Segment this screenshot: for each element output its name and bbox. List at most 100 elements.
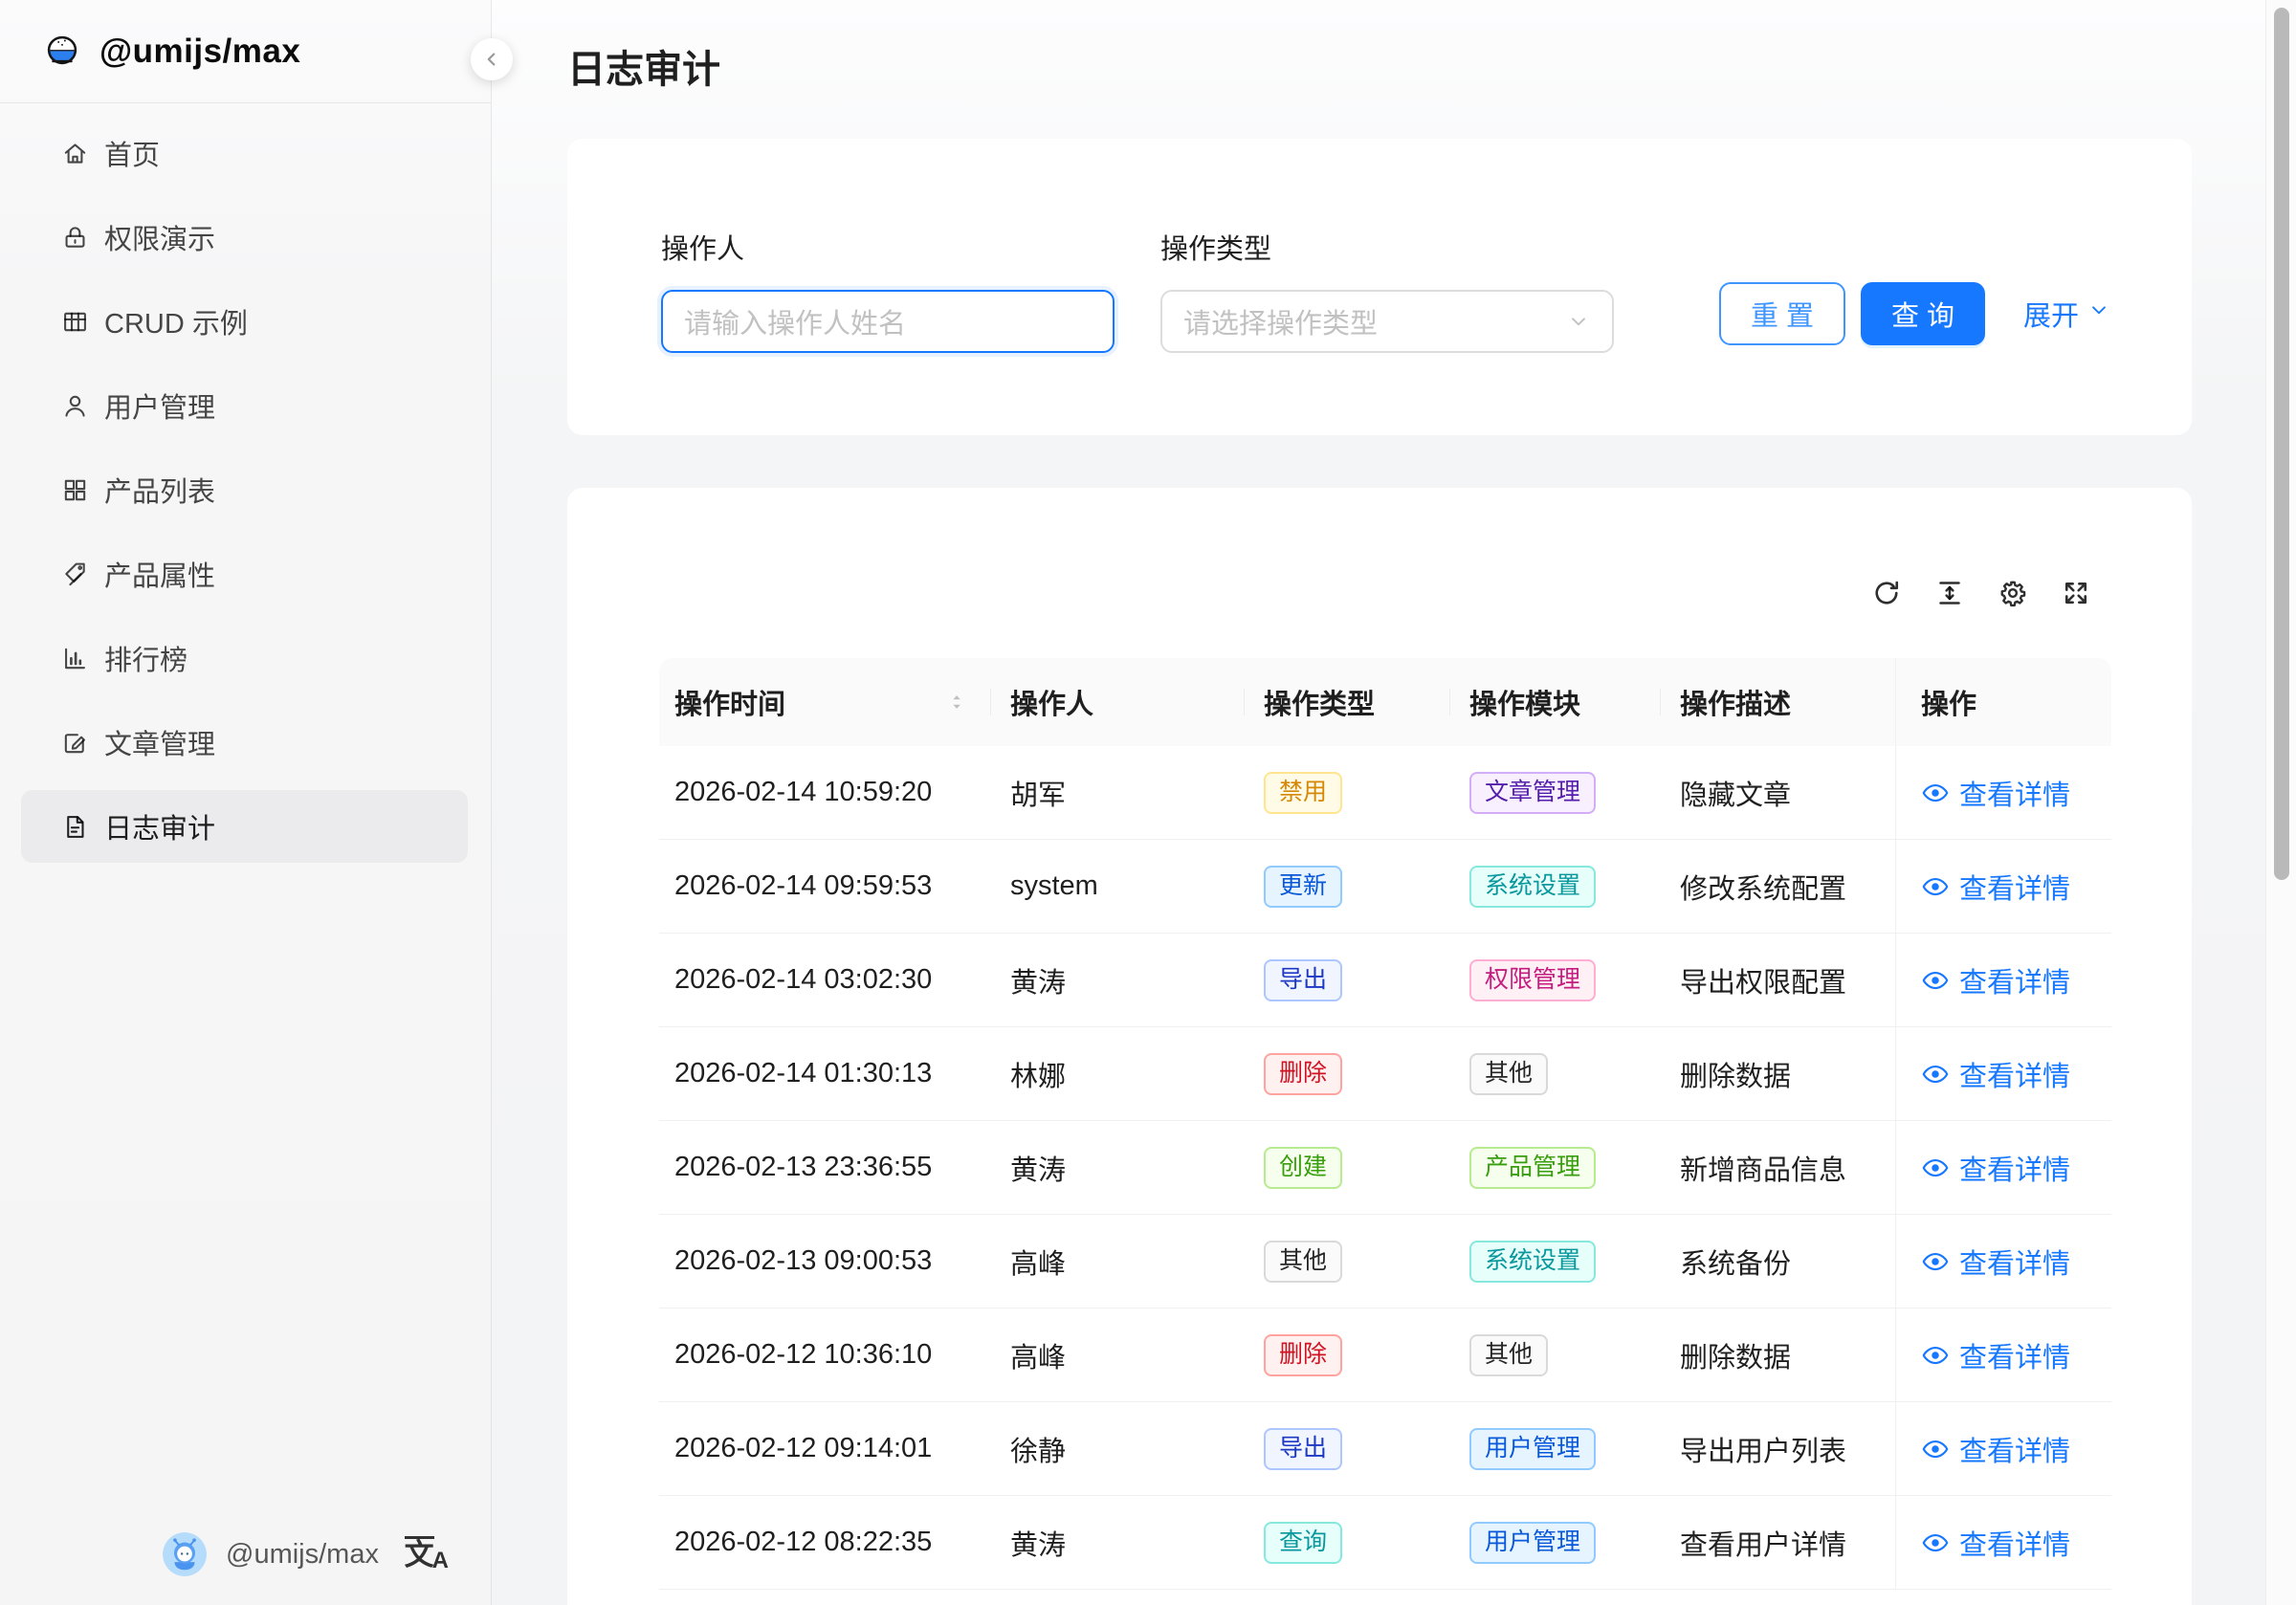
sidebar-menu: 首页 权限演示 CRUD 示例 用户管理 产品列表 产品属性 排行榜 文章管理 …	[0, 103, 491, 863]
type-tag: 导出	[1264, 959, 1342, 1001]
eye-icon	[1921, 1341, 1950, 1370]
module-tag: 文章管理	[1469, 772, 1596, 814]
column-header-action: 操作	[1895, 658, 2111, 746]
reset-button[interactable]: 重 置	[1719, 282, 1845, 345]
module-tag: 系统设置	[1469, 866, 1596, 908]
table-toolbar	[1872, 579, 2090, 607]
brand-title: @umijs/max	[99, 33, 300, 71]
type-tag: 禁用	[1264, 772, 1342, 814]
table-row: 2026-02-12 10:36:10 高峰 删除 其他 删除数据 查看详情	[659, 1308, 2111, 1402]
cell-type: 导出	[1245, 1402, 1450, 1495]
table-row: 2026-02-14 09:59:53 system 更新 系统设置 修改系统配…	[659, 840, 2111, 934]
page-title: 日志审计	[567, 38, 720, 94]
sidebar-item-排行榜[interactable]: 排行榜	[21, 622, 468, 694]
table-header: 操作时间 操作人 操作类型 操作模块 操作描述 操作	[659, 658, 2111, 746]
cell-action: 查看详情	[1895, 1215, 2111, 1308]
cell-time: 2026-02-13 09:00:53	[659, 1215, 991, 1308]
table-icon	[61, 308, 89, 336]
chevron-down-icon	[2086, 297, 2111, 330]
cell-type: 创建	[1245, 1121, 1450, 1214]
cell-operator: 黄涛	[991, 1121, 1245, 1214]
cell-desc: 新增商品信息	[1661, 1121, 1895, 1214]
fullscreen-icon[interactable]	[2062, 579, 2090, 607]
cell-operator: 徐静	[991, 1402, 1245, 1495]
cell-operator: system	[991, 840, 1245, 933]
view-detail-link[interactable]: 查看详情	[1921, 1335, 2070, 1375]
cell-action: 查看详情	[1895, 1402, 2111, 1495]
table-row: 2026-02-12 08:22:35 黄涛 查询 用户管理 查看用户详情 查看…	[659, 1496, 2111, 1590]
settings-icon[interactable]	[1998, 579, 2027, 607]
sidebar-item-产品列表[interactable]: 产品列表	[21, 453, 468, 526]
sorter-icon[interactable]	[947, 688, 968, 716]
view-detail-link[interactable]: 查看详情	[1921, 867, 2070, 907]
avatar[interactable]	[163, 1532, 207, 1576]
edit-icon	[61, 729, 89, 757]
cell-type: 更新	[1245, 840, 1450, 933]
operator-input[interactable]: 请输入操作人姓名	[661, 290, 1115, 353]
cell-time: 2026-02-14 01:30:13	[659, 1027, 991, 1120]
sidebar-item-CRUD 示例[interactable]: CRUD 示例	[21, 285, 468, 358]
sidebar-item-文章管理[interactable]: 文章管理	[21, 706, 468, 779]
sidebar-collapse-button[interactable]	[471, 38, 513, 80]
cell-action: 查看详情	[1895, 1308, 2111, 1401]
cell-action: 查看详情	[1895, 746, 2111, 839]
cell-time: 2026-02-12 09:14:01	[659, 1402, 991, 1495]
cell-module: 其他	[1450, 1308, 1661, 1401]
sidebar-item-首页[interactable]: 首页	[21, 117, 468, 189]
column-header-time[interactable]: 操作时间	[659, 658, 991, 746]
type-tag: 更新	[1264, 866, 1342, 908]
sidebar: @umijs/max 首页 权限演示 CRUD 示例 用户管理 产品列表 产品属…	[0, 0, 492, 1605]
cell-module: 用户管理	[1450, 1496, 1661, 1589]
cell-type: 其他	[1245, 1215, 1450, 1308]
view-detail-link[interactable]: 查看详情	[1921, 960, 2070, 1000]
expand-toggle[interactable]: 展开	[2023, 294, 2111, 334]
type-tag: 查询	[1264, 1522, 1342, 1564]
filter-actions: 重 置 查 询 展开	[1719, 282, 2111, 345]
query-button[interactable]: 查 询	[1861, 282, 1985, 345]
module-tag: 用户管理	[1469, 1428, 1596, 1470]
cell-action: 查看详情	[1895, 934, 2111, 1026]
type-tag: 删除	[1264, 1334, 1342, 1376]
cell-module: 系统设置	[1450, 1215, 1661, 1308]
table-row: 2026-02-13 09:00:53 高峰 其他 系统设置 系统备份 查看详情	[659, 1215, 2111, 1308]
cell-operator: 高峰	[991, 1308, 1245, 1401]
translate-icon[interactable]: 文A	[405, 1536, 449, 1572]
density-icon[interactable]	[1935, 579, 1964, 607]
view-detail-link[interactable]: 查看详情	[1921, 1242, 2070, 1282]
view-detail-link[interactable]: 查看详情	[1921, 1054, 2070, 1094]
view-detail-link[interactable]: 查看详情	[1921, 1429, 2070, 1469]
operation-type-select[interactable]: 请选择操作类型	[1160, 290, 1614, 353]
cell-operator: 胡军	[991, 746, 1245, 839]
sidebar-item-权限演示[interactable]: 权限演示	[21, 201, 468, 274]
cell-module: 产品管理	[1450, 1121, 1661, 1214]
operator-placeholder: 请输入操作人姓名	[684, 301, 906, 341]
sidebar-item-用户管理[interactable]: 用户管理	[21, 369, 468, 442]
expand-label: 展开	[2023, 294, 2079, 334]
cell-desc: 导出用户列表	[1661, 1402, 1895, 1495]
view-detail-link[interactable]: 查看详情	[1921, 1148, 2070, 1188]
cell-time: 2026-02-12 08:22:35	[659, 1496, 991, 1589]
scrollbar-thumb[interactable]	[2274, 8, 2289, 880]
cell-time: 2026-02-13 23:36:55	[659, 1121, 991, 1214]
table-row: 2026-02-12 09:14:01 徐静 导出 用户管理 导出用户列表 查看…	[659, 1402, 2111, 1496]
module-tag: 用户管理	[1469, 1522, 1596, 1564]
cell-desc: 删除数据	[1661, 1308, 1895, 1401]
cell-operator: 高峰	[991, 1215, 1245, 1308]
cell-type: 导出	[1245, 934, 1450, 1026]
cell-module: 用户管理	[1450, 1402, 1661, 1495]
eye-icon	[1921, 1247, 1950, 1276]
view-detail-link[interactable]: 查看详情	[1921, 1523, 2070, 1563]
column-header-desc: 操作描述	[1661, 658, 1895, 746]
eye-icon	[1921, 966, 1950, 995]
cell-operator: 黄涛	[991, 1496, 1245, 1589]
view-detail-link[interactable]: 查看详情	[1921, 773, 2070, 813]
sidebar-item-产品属性[interactable]: 产品属性	[21, 538, 468, 610]
rice-bowl-logo-icon	[40, 30, 84, 74]
operation-type-placeholder: 请选择操作类型	[1183, 301, 1378, 341]
footer-brand: @umijs/max	[226, 1539, 379, 1571]
reload-icon[interactable]	[1872, 579, 1901, 607]
brand[interactable]: @umijs/max	[0, 0, 491, 102]
module-tag: 系统设置	[1469, 1241, 1596, 1283]
sidebar-item-日志审计[interactable]: 日志审计	[21, 790, 468, 863]
column-header-operator: 操作人	[991, 658, 1245, 746]
